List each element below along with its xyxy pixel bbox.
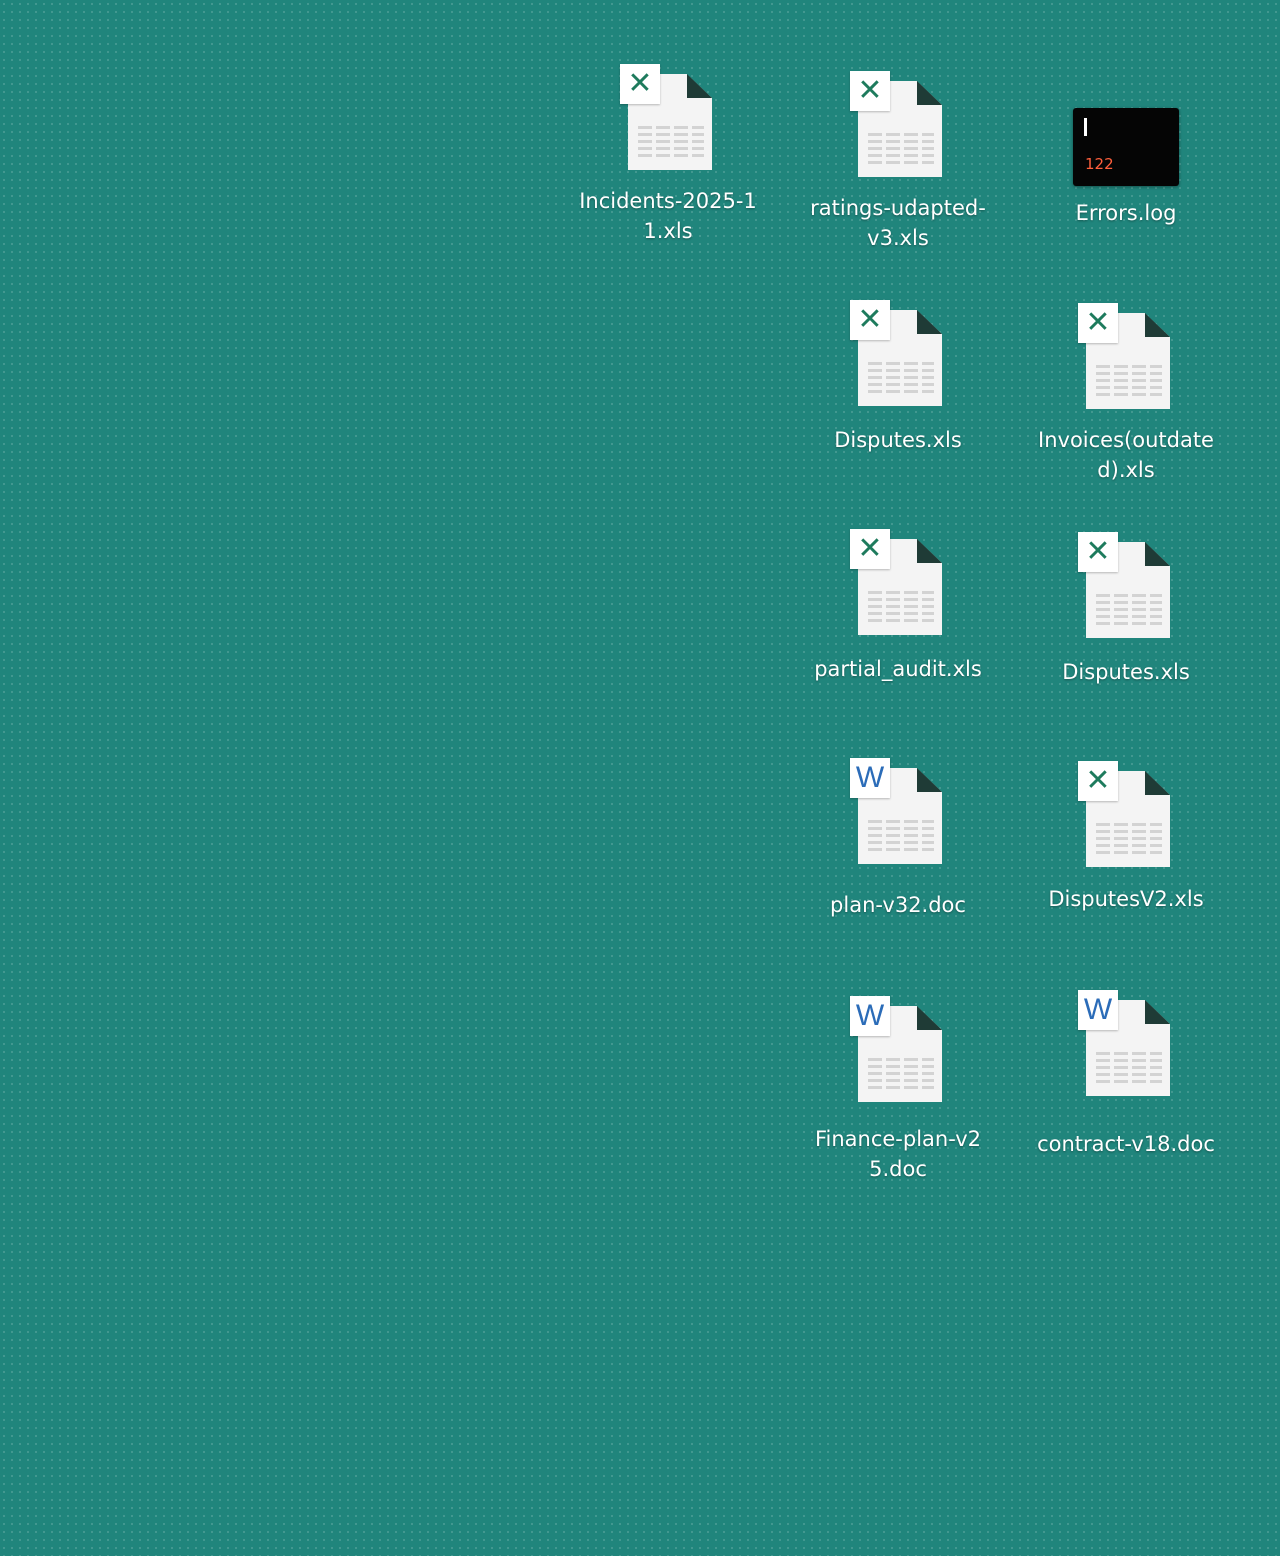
word-file-icon: W (850, 758, 946, 868)
desktop-icon-ratings-udapted-v3-xls[interactable]: ✕ ratings-udapted-v3.xls (803, 71, 993, 253)
file-label: partial_audit.xls (814, 657, 982, 681)
word-badge: W (850, 758, 890, 798)
terminal-log-icon: 122 (1073, 108, 1179, 186)
terminal-text: 122 (1085, 155, 1114, 173)
desktop-icon-errors-log[interactable]: 122 Errors.log (1031, 86, 1221, 228)
desktop-icon-incidents-2025-11-xls[interactable]: ✕ Incidents-2025-11.xls (573, 64, 763, 246)
file-label: Finance-plan-v25.doc (814, 1127, 982, 1181)
desktop-icon-disputes-xls[interactable]: ✕ Disputes.xls (803, 300, 993, 455)
excel-file-icon: ✕ (620, 64, 716, 174)
desktop-icon-disputes-xls-2[interactable]: ✕ Disputes.xls (1031, 532, 1221, 687)
file-label: Incidents-2025-11.xls (579, 189, 757, 243)
desktop: ✕ Incidents-2025-11.xls ✕ ratings-udapte… (0, 0, 1280, 1556)
desktop-icon-finance-plan-v25-doc[interactable]: W Finance-plan-v25.doc (803, 996, 993, 1184)
desktop-icon-invoices-outdated-xls[interactable]: ✕ Invoices(outdated).xls (1031, 303, 1221, 485)
desktop-icon-contract-v18-doc[interactable]: W contract-v18.doc (1031, 990, 1221, 1159)
desktop-icon-plan-v32-doc[interactable]: W plan-v32.doc (803, 758, 993, 920)
excel-file-icon: ✕ (1078, 532, 1174, 642)
excel-badge: ✕ (1078, 761, 1118, 801)
file-label: plan-v32.doc (830, 893, 966, 917)
file-label: ratings-udapted-v3.xls (810, 196, 986, 250)
file-label: contract-v18.doc (1037, 1132, 1215, 1156)
excel-badge: ✕ (850, 529, 890, 569)
file-label: DisputesV2.xls (1048, 887, 1204, 911)
file-label: Disputes.xls (834, 428, 962, 452)
cursor-bar (1084, 118, 1087, 136)
excel-badge: ✕ (850, 71, 890, 111)
excel-file-icon: ✕ (850, 529, 946, 639)
excel-badge: ✕ (1078, 532, 1118, 572)
excel-badge: ✕ (620, 64, 660, 104)
word-file-icon: W (850, 996, 946, 1106)
excel-badge: ✕ (1078, 303, 1118, 343)
word-badge: W (1078, 990, 1118, 1030)
desktop-icon-partial-audit-xls[interactable]: ✕ partial_audit.xls (803, 529, 993, 684)
file-label: Errors.log (1075, 201, 1177, 225)
excel-badge: ✕ (850, 300, 890, 340)
excel-file-icon: ✕ (850, 300, 946, 410)
file-label: Disputes.xls (1062, 660, 1190, 684)
excel-file-icon: ✕ (850, 71, 946, 181)
excel-file-icon: ✕ (1078, 303, 1174, 413)
desktop-icon-disputesv2-xls[interactable]: ✕ DisputesV2.xls (1031, 761, 1221, 914)
excel-file-icon: ✕ (1078, 761, 1174, 871)
word-badge: W (850, 996, 890, 1036)
file-label: Invoices(outdated).xls (1038, 428, 1214, 482)
word-file-icon: W (1078, 990, 1174, 1100)
